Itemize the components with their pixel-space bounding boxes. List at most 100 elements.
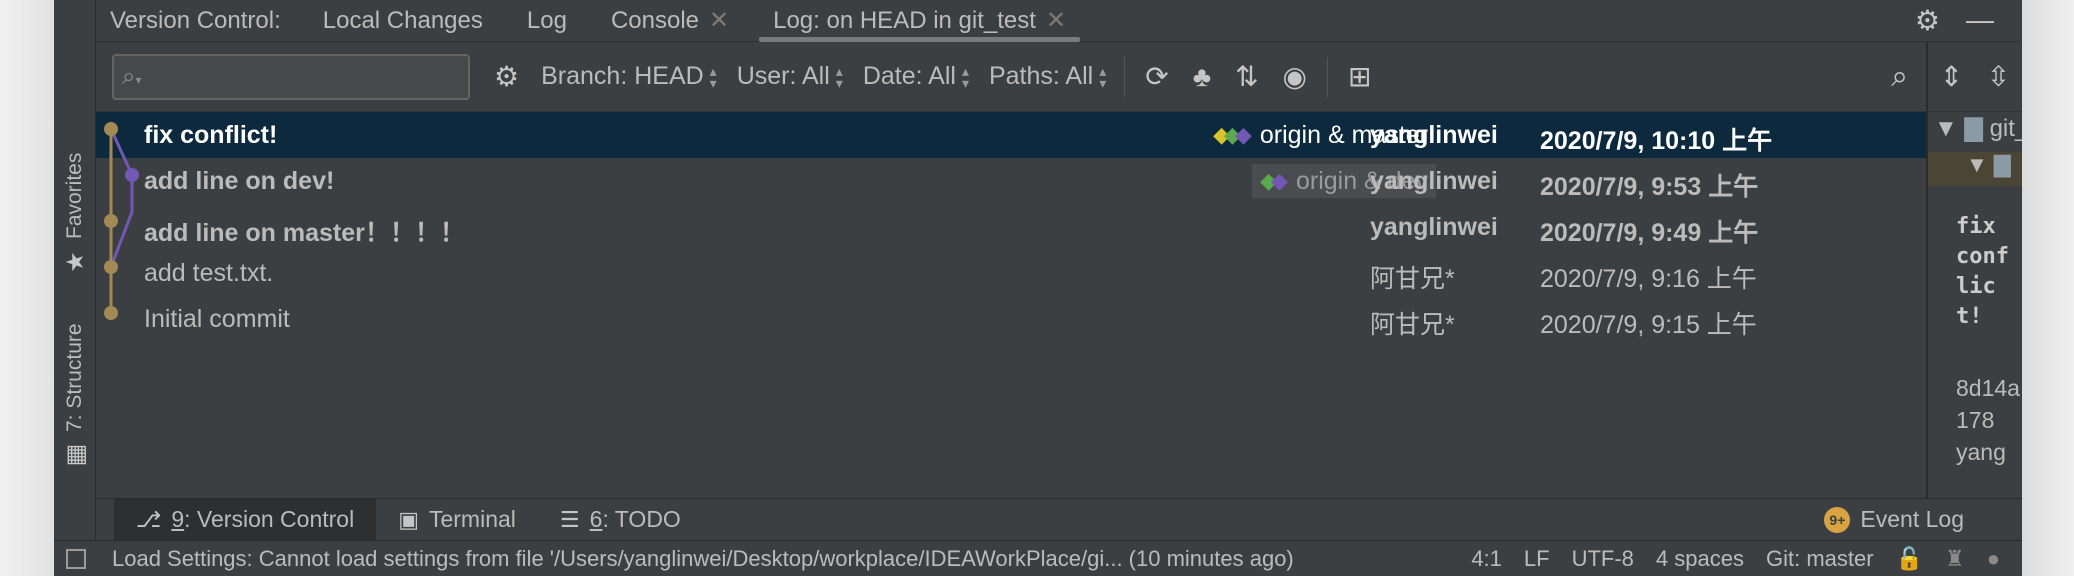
toolbar-separator — [1326, 56, 1328, 97]
structure-tab[interactable]: ▦ 7: Structure — [58, 312, 92, 482]
tab-label: Log — [526, 6, 567, 34]
tab-label-text: : TODO — [602, 506, 681, 532]
tab-local-changes[interactable]: Local Changes — [301, 0, 505, 42]
commit-date: 2020/7/9, 10:10 上午 — [1540, 127, 1773, 155]
mnemonic: 6 — [589, 506, 603, 532]
sort-icon[interactable]: ⇅ — [1223, 60, 1270, 93]
commit-details-panel: ⇕ ⇳ ▼ ▇ git_ ▼ ▇ fix conflict! 8d14a178 … — [1926, 42, 2022, 498]
star-icon: ★ — [61, 249, 89, 277]
tab-todo[interactable]: ☰ 6: TODO — [538, 499, 703, 541]
search-input[interactable]: ⌕▾ — [112, 53, 470, 100]
close-icon[interactable]: ✕ — [1046, 6, 1066, 35]
close-icon[interactable]: ✕ — [709, 6, 729, 35]
todo-icon: ☰ — [559, 506, 580, 532]
paths-filter-label: Paths: All — [988, 62, 1094, 90]
ide-window: ★ Favorites ▦ 7: Structure Version Contr… — [54, 0, 2022, 576]
search-icon[interactable]: ⌕ — [1891, 60, 1926, 94]
folder-icon: ▇ — [1993, 152, 2011, 177]
file-encoding[interactable]: UTF-8 — [1572, 546, 1634, 572]
tab-label: 9: Version Control — [171, 506, 354, 533]
screen-margin-right — [2022, 0, 2074, 576]
expand-all-icon[interactable]: ⇕ — [1940, 60, 1963, 93]
paths-filter[interactable]: Paths: All ▴ ▾ — [979, 62, 1116, 91]
tool-windows-toggle-icon[interactable] — [66, 548, 86, 569]
lock-icon[interactable]: 🔓 — [1896, 546, 1923, 572]
details-author: yang — [1956, 439, 2006, 465]
new-tab-icon[interactable]: ⊞ — [1336, 60, 1383, 93]
details-commit-message: fix conflict! — [1956, 214, 2009, 329]
commit-graph — [104, 122, 139, 320]
event-log-label: Event Log — [1860, 506, 1964, 532]
tab-log-head[interactable]: Log: on HEAD in git_test ✕ — [751, 0, 1088, 42]
event-log-button[interactable]: 9+ Event Log — [1824, 506, 2022, 533]
tab-log[interactable]: Log — [505, 0, 589, 42]
tab-label: Log: on HEAD in git_test — [773, 6, 1036, 34]
gear-icon[interactable]: ⚙ — [1915, 4, 1940, 37]
tab-label: Console — [610, 6, 699, 34]
chevron-updown-icon: ▴ ▾ — [1099, 62, 1107, 91]
commit-author: yanglinwei — [1370, 167, 1498, 195]
status-bar: Load Settings: Cannot load settings from… — [54, 540, 2022, 576]
commit-author: 阿甘兄* — [1370, 265, 1455, 293]
graph-node — [104, 122, 118, 136]
user-filter-label: User: All — [736, 62, 830, 90]
commit-date: 2020/7/9, 9:53 上午 — [1540, 173, 1759, 201]
branch-filter[interactable]: Branch: HEAD ▴ ▾ — [531, 62, 727, 91]
user-filter[interactable]: User: All ▴ ▾ — [727, 62, 853, 91]
folder-icon: ▇ — [1964, 115, 1983, 142]
tab-label-text: : Version Control — [184, 506, 355, 532]
graph-node — [104, 260, 118, 274]
table-row[interactable]: add test.txt. 阿甘兄* 2020/7/9, 9:16 上午 — [96, 250, 1926, 296]
event-log-badge: 9+ — [1824, 506, 1851, 533]
tab-console[interactable]: Console ✕ — [589, 0, 751, 42]
chevron-updown-icon: ▴ ▾ — [709, 62, 717, 91]
refresh-icon[interactable]: ⟳ — [1133, 60, 1180, 93]
gear-icon[interactable]: ⚙ — [482, 60, 531, 93]
cherry-pick-icon[interactable]: ♣ — [1181, 61, 1223, 93]
notification-icon[interactable]: ● — [1987, 546, 2000, 572]
tag-icon: ◆◆◆ — [1213, 122, 1252, 147]
indent-setting[interactable]: 4 spaces — [1656, 546, 1744, 572]
tab-version-control[interactable]: ⎇ 9: Version Control — [114, 498, 377, 541]
tool-window-header: Version Control: Local Changes Log Conso… — [96, 0, 2022, 42]
commit-date: 2020/7/9, 9:49 上午 — [1540, 219, 1759, 247]
status-widgets: 4:1 LF UTF-8 4 spaces Git: master 🔓 ♜ ● — [1471, 546, 2022, 572]
caret-position[interactable]: 4:1 — [1471, 546, 1502, 572]
inspector-icon[interactable]: ♜ — [1945, 546, 1965, 572]
commit-message: add test.txt. — [144, 259, 274, 287]
table-row[interactable]: add line on dev! ◆◆ origin & dev yanglin… — [96, 158, 1926, 204]
terminal-icon: ▣ — [398, 506, 419, 532]
graph-branch-line — [109, 128, 134, 268]
commit-message: add line on master！！！！ — [144, 219, 465, 247]
chevron-updown-icon: ▴ ▾ — [835, 62, 843, 91]
table-row[interactable]: fix conflict! ◆◆◆ origin & master yangli… — [96, 112, 1926, 158]
commit-message: add line on dev! — [144, 167, 335, 195]
collapse-all-icon[interactable]: ⇳ — [1987, 60, 2010, 93]
tree-node-root[interactable]: ▼ ▇ git_ — [1934, 114, 2022, 143]
tab-label: 6: TODO — [590, 506, 681, 533]
log-toolbar: ⌕▾ ⚙ Branch: HEAD ▴ ▾ User: All ▴ ▾ Date: … — [96, 42, 1926, 112]
table-row[interactable]: add line on master！！！！ yanglinwei 2020/7… — [96, 204, 1926, 250]
minimize-icon[interactable]: — — [1966, 4, 1994, 37]
commit-author: 阿甘兄* — [1370, 311, 1455, 339]
commit-log-table: fix conflict! ◆◆◆ origin & master yangli… — [96, 112, 1926, 498]
details-toolbar: ⇕ ⇳ — [1928, 42, 2022, 112]
eye-icon[interactable]: ◉ — [1271, 60, 1319, 93]
details-hash: 8d14a178 — [1956, 375, 2020, 433]
tab-terminal[interactable]: ▣ Terminal — [376, 499, 538, 541]
header-actions: ⚙ — — [1915, 4, 2022, 37]
branch-filter-label: Branch: HEAD — [541, 62, 704, 90]
vcs-branch[interactable]: Git: master — [1766, 546, 1874, 572]
table-row[interactable]: Initial commit 阿甘兄* 2020/7/9, 9:15 上午 — [96, 296, 1926, 342]
status-message[interactable]: Load Settings: Cannot load settings from… — [112, 546, 1294, 572]
line-ending[interactable]: LF — [1524, 546, 1550, 572]
bottom-tool-bar: ⎇ 9: Version Control ▣ Terminal ☰ 6: TOD… — [96, 498, 2022, 541]
graph-node — [104, 214, 118, 228]
graph-node — [104, 306, 118, 320]
favorites-tab[interactable]: ★ Favorites — [58, 140, 92, 290]
search-icon: ⌕▾ — [122, 62, 142, 90]
commit-message: fix conflict! — [144, 121, 278, 149]
tree-node-label: git_ — [1989, 115, 2022, 142]
date-filter[interactable]: Date: All ▴ ▾ — [853, 62, 979, 91]
tree-node-child[interactable]: ▼ ▇ — [1928, 152, 2022, 186]
